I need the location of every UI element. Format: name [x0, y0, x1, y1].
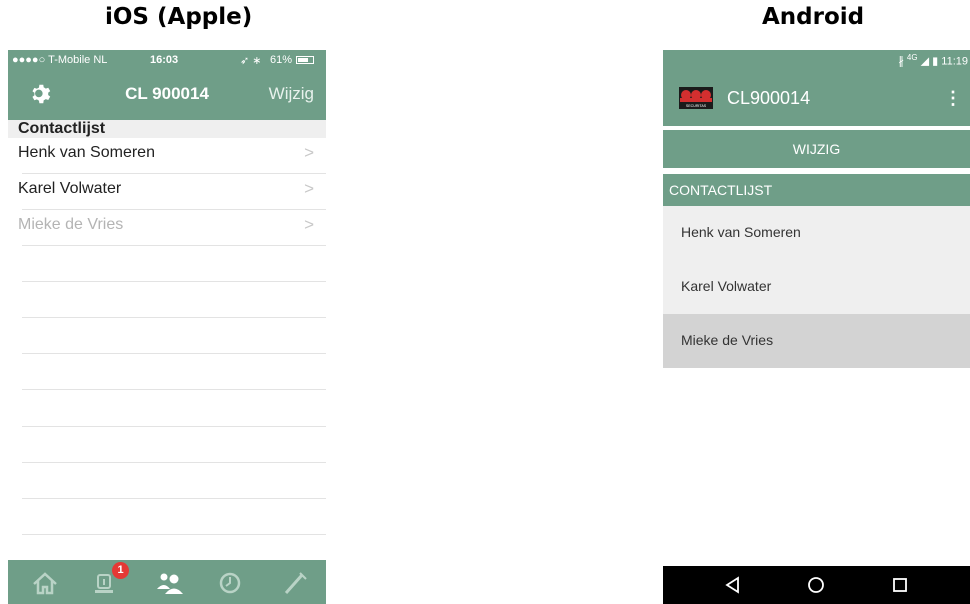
history-icon[interactable] — [215, 569, 245, 597]
tools-icon[interactable] — [280, 569, 310, 597]
securitas-logo: SECURITAS — [679, 87, 713, 109]
android-edit-button[interactable]: WIJZIG — [663, 130, 970, 168]
signal-icon: ◢ — [920, 55, 930, 68]
chevron-right-icon: > — [304, 215, 314, 234]
android-heading: Android — [762, 4, 865, 30]
status-time: 11:19 — [941, 55, 968, 68]
recents-icon[interactable] — [890, 575, 910, 595]
android-screen: ∦ 4G ◢ ▮ 11:19 SECURITAS CL900014 ⋮ WIJZ… — [663, 50, 970, 604]
contact-name: Mieke de Vries — [681, 332, 774, 348]
contact-name: Karel Volwater — [18, 180, 122, 197]
ios-tab-bar: 1 — [8, 560, 326, 604]
battery-icon: ▮ — [932, 55, 939, 68]
network-type: 4G — [906, 53, 918, 62]
bluetooth-icon: ∦ — [898, 55, 904, 68]
ios-edit-button[interactable]: Wijzig — [269, 84, 314, 104]
row-divider — [22, 389, 326, 390]
ios-section-header: Contactlijst — [8, 120, 326, 138]
android-toolbar: SECURITAS CL900014 ⋮ — [663, 70, 970, 126]
battery-percent: 61% — [270, 54, 293, 66]
back-icon[interactable] — [723, 575, 743, 595]
logo-text: SECURITAS — [686, 104, 707, 108]
home-icon[interactable] — [806, 575, 826, 595]
status-time: 16:03 — [150, 54, 179, 66]
android-nav-bar — [663, 566, 970, 604]
android-contact-row[interactable]: Karel Volwater — [663, 260, 970, 314]
ios-contact-row[interactable]: Henk van Someren > — [8, 137, 326, 173]
android-contact-row[interactable]: Mieke de Vries — [663, 314, 970, 368]
row-divider — [22, 245, 326, 246]
carrier-label: ●●●●○ T-Mobile NL — [12, 54, 108, 66]
row-divider — [22, 534, 326, 535]
ios-contact-row[interactable]: Karel Volwater > — [8, 173, 326, 209]
contact-name: Henk van Someren — [18, 144, 155, 161]
battery-icon — [296, 56, 314, 64]
chevron-right-icon: > — [304, 179, 314, 198]
ios-contact-row[interactable]: Mieke de Vries > — [8, 209, 326, 245]
row-divider — [22, 317, 326, 318]
section-title: Contactlijst — [18, 120, 106, 137]
android-contact-row[interactable]: Henk van Someren — [663, 206, 970, 260]
chevron-right-icon: > — [304, 143, 314, 162]
notification-badge: 1 — [112, 562, 129, 579]
row-divider — [22, 462, 326, 463]
contact-name: Henk van Someren — [681, 224, 801, 240]
ios-nav-bar: CL 900014 Wijzig — [8, 70, 326, 120]
row-divider — [22, 498, 326, 499]
contact-name: Karel Volwater — [681, 278, 772, 294]
home-icon[interactable] — [30, 569, 60, 597]
status-icons: ∦ 4G ◢ ▮ 11:19 — [898, 53, 968, 68]
bluetooth-icon: ➶ ∗ — [240, 55, 262, 67]
row-divider — [22, 353, 326, 354]
ios-screen: ●●●●○ T-Mobile NL 16:03 ➶ ∗ 61% CL 90001… — [8, 50, 326, 604]
contacts-icon[interactable] — [154, 569, 184, 597]
android-section-header: CONTACTLIJST — [663, 174, 970, 206]
android-toolbar-title: CL900014 — [727, 88, 811, 108]
contact-name: Mieke de Vries — [18, 216, 124, 233]
overflow-menu-icon[interactable]: ⋮ — [944, 88, 962, 109]
row-divider — [22, 281, 326, 282]
section-title: CONTACTLIJST — [669, 182, 773, 198]
android-status-bar: ∦ 4G ◢ ▮ 11:19 — [663, 50, 970, 70]
ios-heading: iOS (Apple) — [105, 4, 253, 30]
ios-status-bar: ●●●●○ T-Mobile NL 16:03 ➶ ∗ 61% — [8, 50, 326, 70]
row-divider — [22, 426, 326, 427]
